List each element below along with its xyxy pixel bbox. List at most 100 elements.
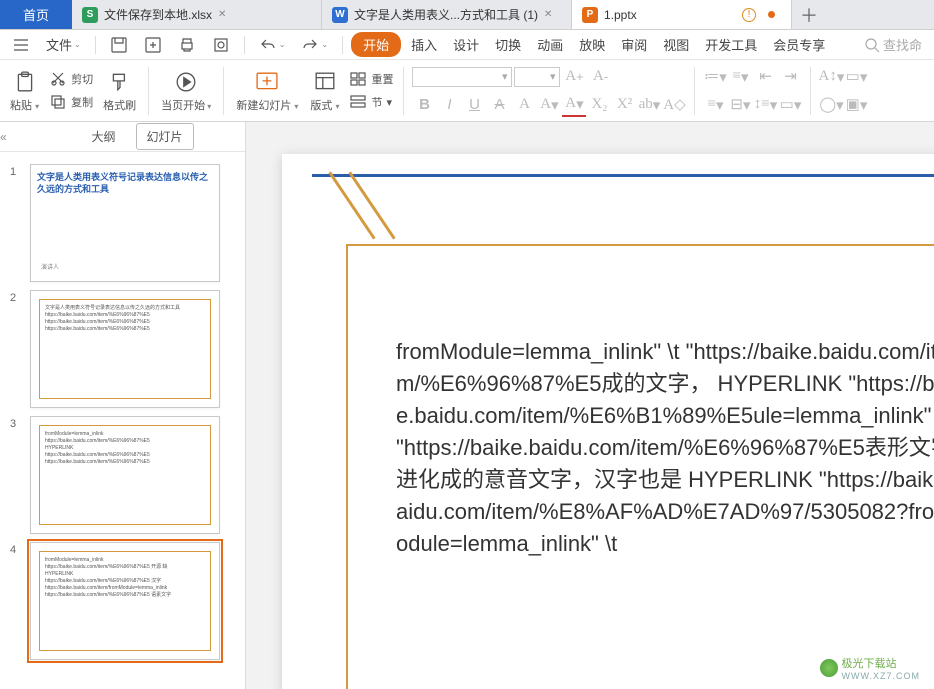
thumbnail-2[interactable]: 2 文字是人类用表义符号记录表达信息以传之久远的方式和工具https://bai… — [0, 286, 245, 412]
new-slide-label: 新建幻灯片 — [236, 100, 291, 112]
save-as-icon[interactable] — [138, 32, 168, 58]
font-color-button[interactable]: A▾ — [562, 93, 586, 117]
menu-tab-transition[interactable]: 切换 — [489, 31, 527, 58]
thumbnail-1[interactable]: 1 文字是人类用表义符号记录表达信息以传之久远的方式和工具 演讲人 — [0, 160, 245, 286]
hamburger-icon[interactable] — [6, 32, 36, 58]
bold-button[interactable]: B — [412, 93, 436, 117]
watermark: 极光下载站 WWW.XZ7.COM — [820, 655, 921, 681]
underline-button[interactable]: U — [462, 93, 486, 117]
slide-canvas[interactable]: fromModule=lemma_inlink" \t "https://bai… — [246, 122, 934, 689]
workspace: « 大纲 幻灯片 1 文字是人类用表义符号记录表达信息以传之久远的方式和工具 演… — [0, 122, 934, 689]
reset-button[interactable]: 重置 — [347, 69, 395, 89]
section-group: 重置 节 ▾ — [347, 69, 395, 112]
bullet-list-button[interactable]: ≔▾ — [703, 65, 727, 89]
clear-format-button[interactable]: A◇ — [662, 93, 686, 117]
tab-home[interactable]: 首页 — [0, 0, 72, 29]
menu-tab-animation[interactable]: 动画 — [531, 31, 569, 58]
save-icon[interactable] — [104, 32, 134, 58]
arrange-button[interactable]: ▣▾ — [844, 93, 868, 117]
undo-icon[interactable]: ⌄ — [253, 32, 292, 58]
menu-tab-start[interactable]: 开始 — [351, 32, 401, 57]
thumbnail-4[interactable]: 4 fromModule=lemma_inlinkhttps://baike.b… — [0, 538, 245, 664]
cut-button[interactable]: 剪切 — [47, 69, 95, 89]
menu-tab-design[interactable]: 设计 — [447, 31, 485, 58]
shapes-button[interactable]: ◯▾ — [819, 93, 843, 117]
tab-label: 文件保存到本地.xlsx — [104, 6, 212, 23]
thumb-content: fromModule=lemma_inlinkhttps://baike.bai… — [37, 549, 213, 607]
valign-button[interactable]: ⊟▾ — [728, 93, 752, 117]
font-style-button[interactable]: A — [512, 93, 536, 117]
tab-label: 1.pptx — [604, 8, 637, 22]
print-icon[interactable] — [172, 32, 202, 58]
font-family-select[interactable]: ▾ — [412, 67, 512, 87]
slide-number: 3 — [10, 416, 22, 534]
columns-button[interactable]: ▭▾ — [778, 93, 802, 117]
thumb-content: fromModule=lemma_inlinkhttps://baike.bai… — [37, 423, 213, 474]
search-placeholder: 查找命 — [883, 35, 922, 54]
font-size-select[interactable]: ▾ — [514, 67, 560, 87]
subscript-button[interactable]: X₂ — [587, 93, 611, 117]
menu-tab-member[interactable]: 会员专享 — [767, 31, 831, 58]
from-current-label: 当页开始 — [161, 100, 205, 112]
menu-tab-slideshow[interactable]: 放映 — [573, 31, 611, 58]
layout-button[interactable]: 版式 ▾ — [306, 67, 343, 115]
thumb-title: 文字是人类用表义符号记录表达信息以传之久远的方式和工具 — [37, 171, 213, 195]
redo-icon[interactable]: ⌄ — [295, 32, 334, 58]
tab-presentation[interactable]: P 1.pptx ! — [572, 0, 792, 29]
print-preview-icon[interactable] — [206, 32, 236, 58]
search-box[interactable]: 查找命 — [857, 31, 928, 58]
ribbon-toolbar: 粘贴 ▾ 剪切 复制 格式刷 当页开始 ▾ 新建幻灯片 ▾ 版式 ▾ 重置 节 … — [0, 60, 934, 122]
format-painter-button[interactable]: 格式刷 — [99, 67, 140, 115]
indent-left-button[interactable]: ⇤ — [753, 65, 777, 89]
increase-font-button[interactable]: A+ — [562, 65, 586, 89]
play-icon — [173, 69, 199, 95]
thumb-subtitle: 演讲人 — [41, 262, 59, 271]
tab-spreadsheet[interactable]: S 文件保存到本地.xlsx ✕ — [72, 0, 322, 29]
italic-button[interactable]: I — [437, 93, 461, 117]
paste-label: 粘贴 — [10, 100, 32, 112]
menu-tab-devtools[interactable]: 开发工具 — [699, 31, 763, 58]
collapse-icon[interactable]: « — [0, 130, 20, 144]
layout-icon — [312, 69, 338, 95]
paste-button[interactable]: 粘贴 ▾ — [6, 67, 43, 115]
new-slide-button[interactable]: 新建幻灯片 ▾ — [232, 67, 302, 115]
superscript-button[interactable]: X² — [612, 93, 636, 117]
decrease-font-button[interactable]: A- — [588, 65, 612, 89]
close-icon[interactable]: ✕ — [544, 9, 552, 20]
thumbnail-list: 1 文字是人类用表义符号记录表达信息以传之久远的方式和工具 演讲人 2 文字是人… — [0, 152, 245, 689]
copy-button[interactable]: 复制 — [47, 92, 95, 112]
text-direction-button[interactable]: A↕▾ — [819, 65, 843, 89]
slide-number: 1 — [10, 164, 22, 282]
tab-label: 文字是人类用表义...方式和工具 (1) — [354, 6, 538, 23]
word-icon: W — [332, 7, 348, 23]
indent-right-button[interactable]: ⇥ — [778, 65, 802, 89]
warning-icon[interactable]: ! — [742, 8, 756, 22]
outline-tab[interactable]: 大纲 — [81, 124, 125, 149]
thumbnail-3[interactable]: 3 fromModule=lemma_inlinkhttps://baike.b… — [0, 412, 245, 538]
format-painter-label: 格式刷 — [103, 97, 136, 113]
menu-tab-review[interactable]: 审阅 — [615, 31, 653, 58]
close-icon[interactable]: ✕ — [218, 9, 226, 20]
align-button[interactable]: ≡▾ — [703, 93, 727, 117]
layout-label: 版式 — [310, 100, 332, 112]
strike-button[interactable]: A — [487, 93, 511, 117]
panel-tabs: « 大纲 幻灯片 — [0, 122, 245, 152]
add-tab-button[interactable]: ＋ — [792, 0, 826, 29]
file-menu[interactable]: 文件 ⌄ — [40, 31, 87, 58]
line-spacing-button[interactable]: ↕≡▾ — [753, 93, 777, 117]
slides-tab[interactable]: 幻灯片 — [136, 123, 194, 150]
cut-label: 剪切 — [71, 71, 93, 87]
menu-tab-view[interactable]: 视图 — [657, 31, 695, 58]
from-current-button[interactable]: 当页开始 ▾ — [157, 67, 215, 115]
slide-number: 4 — [10, 542, 22, 660]
tab-document[interactable]: W 文字是人类用表义...方式和工具 (1) ✕ — [322, 0, 572, 29]
highlight-button[interactable]: A▾ — [537, 93, 561, 117]
section-button[interactable]: 节 ▾ — [347, 92, 395, 112]
file-label: 文件 — [46, 35, 72, 54]
brush-icon — [107, 69, 133, 95]
number-list-button[interactable]: ≡▾ — [728, 65, 752, 89]
text-box-button[interactable]: ▭▾ — [844, 65, 868, 89]
menu-tab-insert[interactable]: 插入 — [405, 31, 443, 58]
change-case-button[interactable]: ab▾ — [637, 93, 661, 117]
slide-text[interactable]: fromModule=lemma_inlink" \t "https://bai… — [396, 336, 934, 560]
